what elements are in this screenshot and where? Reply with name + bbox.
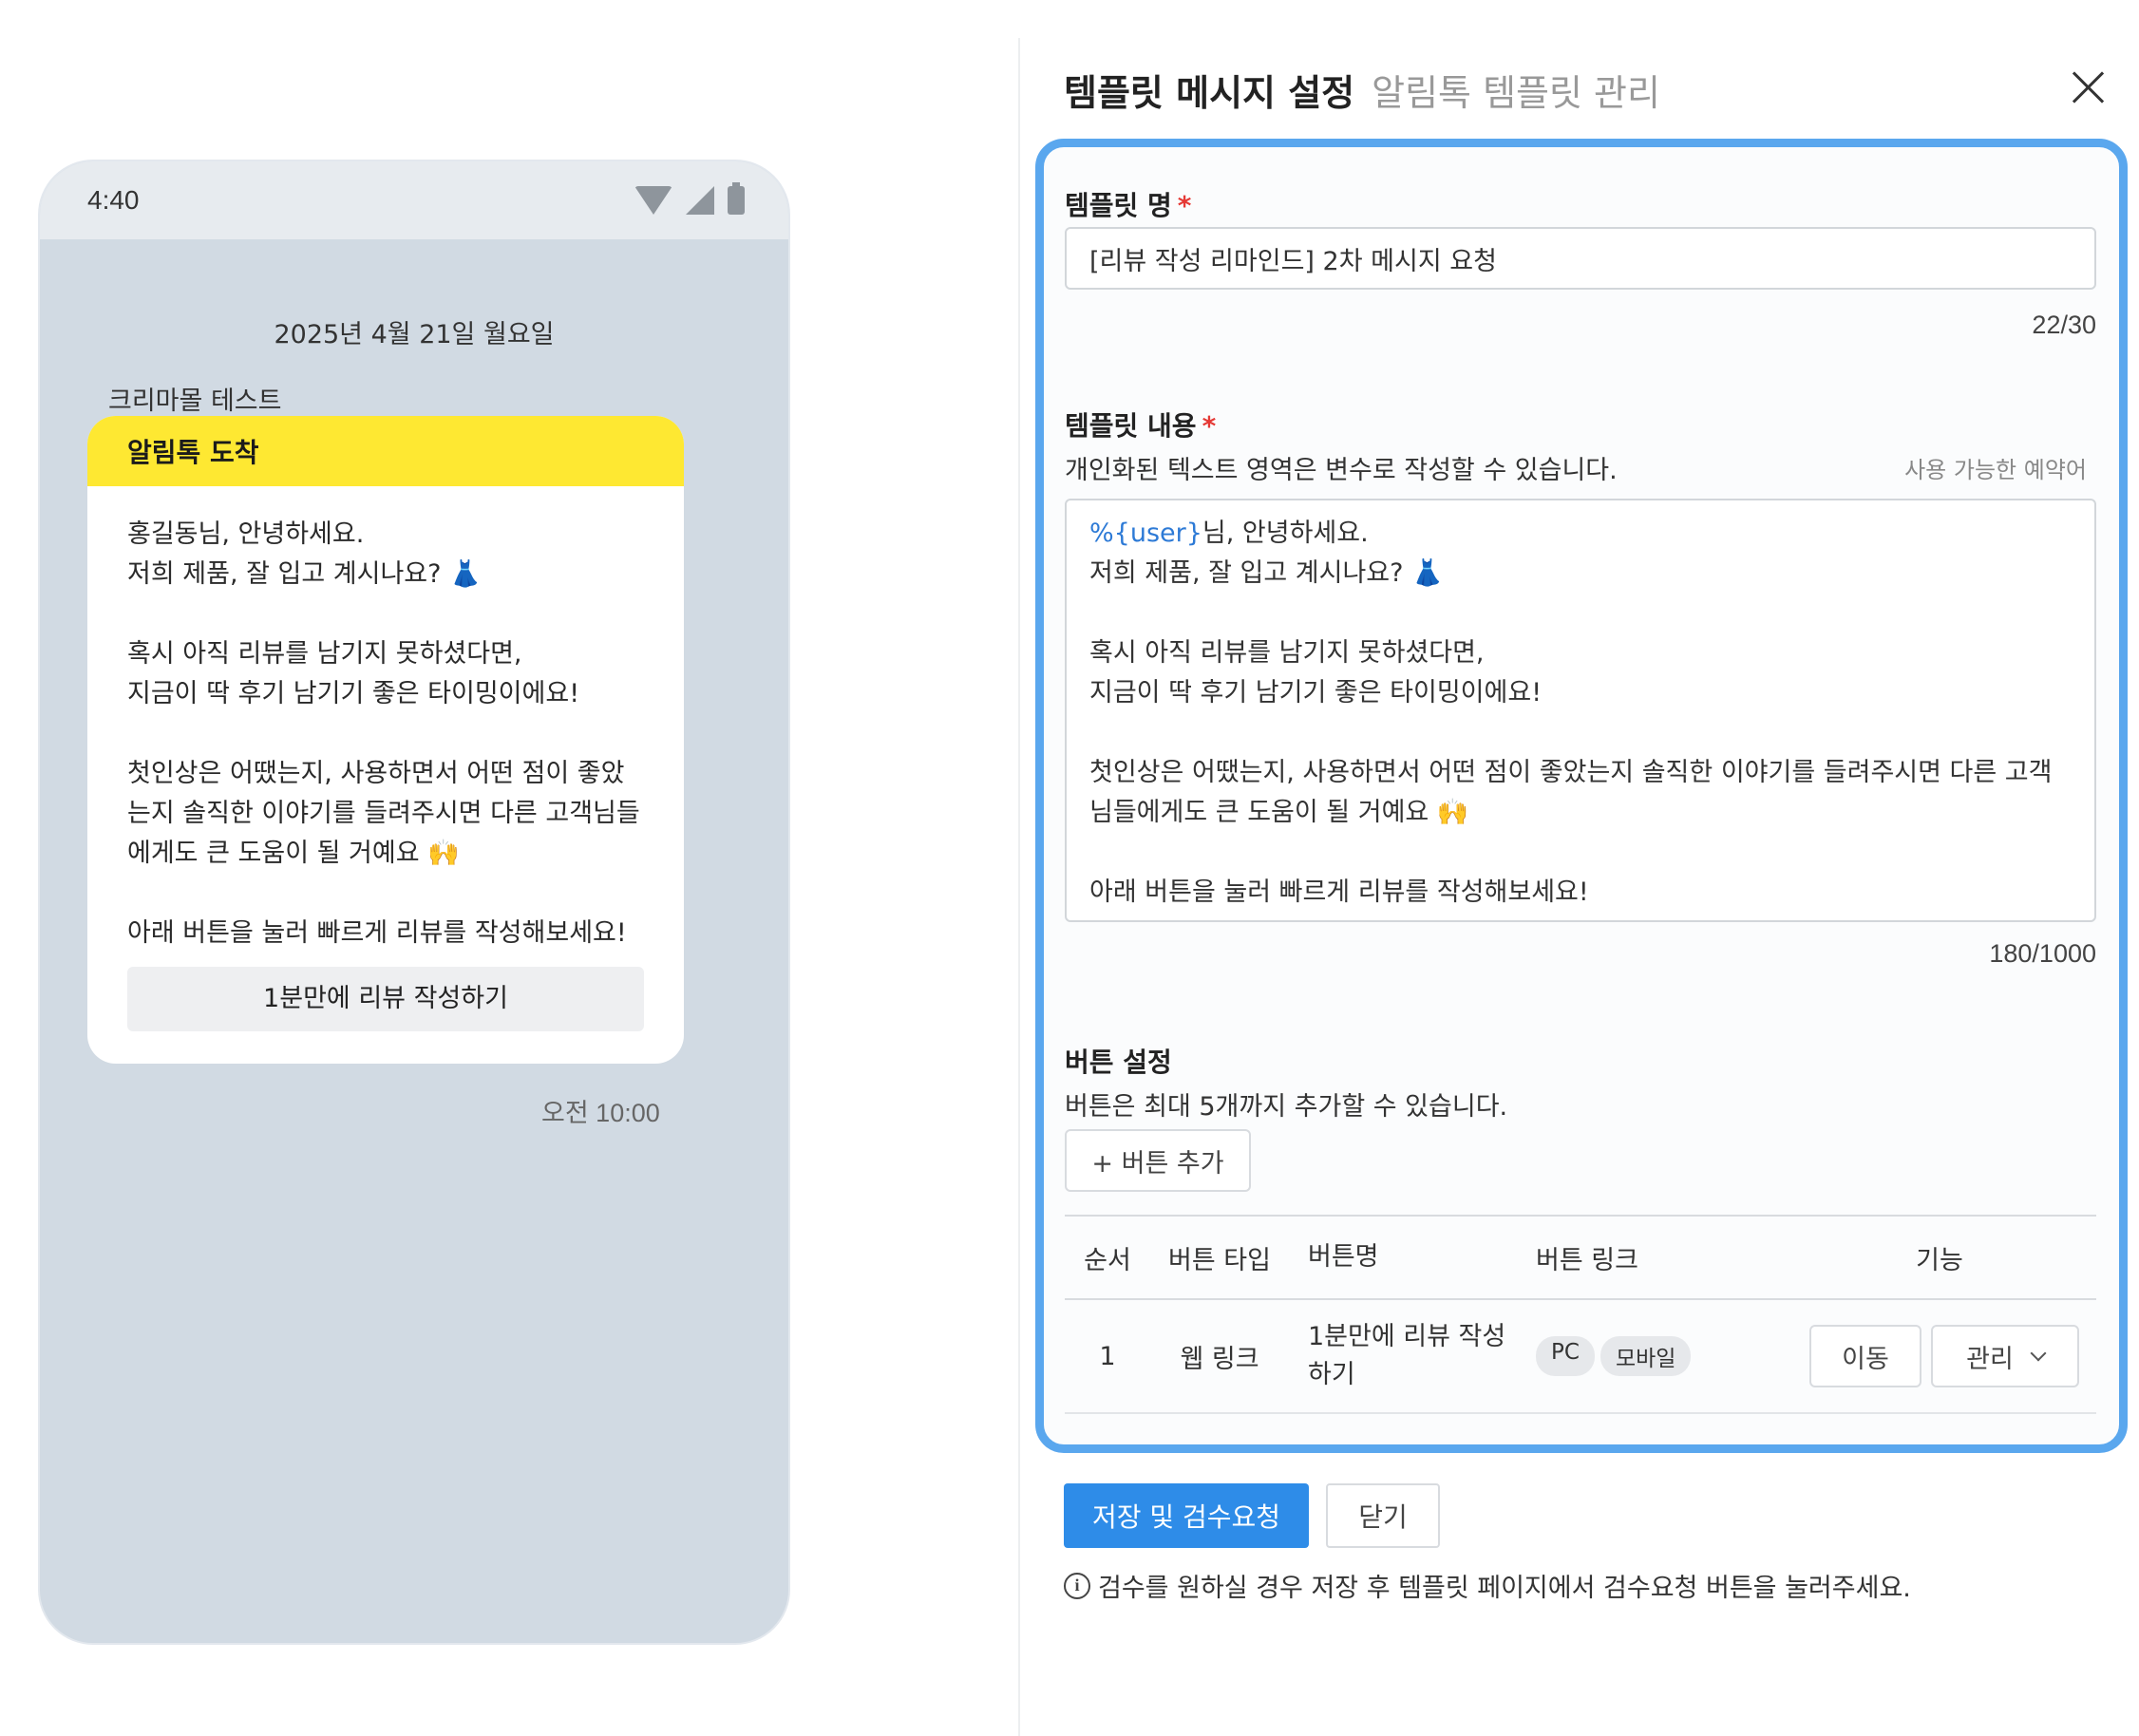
bubble-message: 홍길동님, 안녕하세요. 저희 제품, 잘 입고 계시나요? 👗 혹시 아직 리… [127,519,640,948]
panel-title: 템플릿 메시지 설정 [1064,71,1355,114]
header-actions: 기능 [1916,1245,1963,1275]
required-mark: * [1177,190,1192,221]
row-button-name: 1분만에 리뷰 작성하기 [1308,1322,1506,1389]
header-button-name: 버튼명 [1308,1242,1379,1272]
button-section-label: 버튼 설정 [1065,1047,1172,1078]
table-header: 순서 버튼 타입 버튼명 버튼 링크 기능 [1065,1215,2096,1300]
close-icon[interactable] [2067,66,2109,108]
template-content-label: 템플릿 내용 * [1065,406,1216,443]
bubble-review-button[interactable]: 1분만에 리뷰 작성하기 [127,967,644,1031]
row-actions: 이동 관리 [1783,1325,2096,1387]
status-icons [634,182,745,215]
link-chip-pc: PC [1536,1336,1595,1376]
template-name-counter: 22/30 [2032,311,2096,339]
template-content-textarea[interactable]: %{user}님, 안녕하세요. 저희 제품, 잘 입고 계시나요? 👗 혹시 … [1065,499,2096,922]
button-table: 순서 버튼 타입 버튼명 버튼 링크 기능 1 웹 링크 1분만에 리뷰 작성하… [1065,1215,2096,1414]
battery-icon [728,182,745,215]
template-form: 템플릿 명* 22/30 템플릿 내용* 개인화된 텍스트 영역은 변수로 작성… [1035,139,2128,1453]
header-order: 순서 [1084,1245,1131,1275]
chat-sender: 크리마몰 테스트 [108,387,282,416]
row-order: 1 [1099,1341,1116,1371]
move-button[interactable]: 이동 [1809,1325,1921,1387]
template-content-text: %{user}님, 안녕하세요. 저희 제품, 잘 입고 계시나요? 👗 혹시 … [1089,514,2072,913]
message-bubble: 알림톡 도착 홍길동님, 안녕하세요. 저희 제품, 잘 입고 계시나요? 👗 … [87,416,684,1064]
bubble-title: 알림톡 도착 [87,416,684,486]
user-variable: %{user} [1089,519,1202,548]
template-name-label-text: 템플릿 명 [1065,190,1172,221]
template-name-label: 템플릿 명 * [1065,185,1191,223]
header-button-type: 버튼 타입 [1168,1245,1271,1275]
template-content-body: 님, 안녕하세요. 저희 제품, 잘 입고 계시나요? 👗 혹시 아직 리뷰를 … [1089,519,2053,907]
table-row: 1 웹 링크 1분만에 리뷰 작성하기 PC 모바일 이동 관리 [1065,1300,2096,1414]
status-time: 4:40 [87,185,140,215]
reserved-words-link[interactable]: 사용 가능한 예약어 [1904,451,2087,484]
review-notice-text: 검수를 원하실 경우 저장 후 템플릿 페이지에서 검수요청 버튼을 눌러주세요… [1098,1574,1911,1603]
template-content-label-text: 템플릿 내용 [1065,410,1197,442]
panel-subtitle: 알림톡 템플릿 관리 [1372,71,1660,114]
required-mark: * [1202,410,1217,442]
button-hint: 버튼은 최대 5개까지 추가할 수 있습니다. [1065,1092,1508,1122]
chat-sent-time: 오전 10:00 [541,1099,660,1127]
wifi-icon [634,186,672,215]
row-button-links: PC 모바일 [1526,1336,1783,1376]
close-button[interactable]: 닫기 [1326,1483,1440,1548]
add-button-button[interactable]: + 버튼 추가 [1065,1129,1251,1192]
content-hint: 개인화된 텍스트 영역은 변수로 작성할 수 있습니다. [1065,456,1618,485]
signal-icon [686,186,714,215]
panel-header: 템플릿 메시지 설정 알림톡 템플릿 관리 [1064,61,2128,118]
header-button-link: 버튼 링크 [1536,1245,1638,1275]
chat-date: 2025년 4월 21일 월요일 [274,320,555,349]
status-bar: 4:40 [40,161,788,239]
phone-preview: 4:40 2025년 4월 21일 월요일 크리마몰 테스트 알림톡 도착 홍길… [38,160,790,1645]
chevron-down-icon [2030,1345,2047,1362]
panel-divider [1018,38,1020,1736]
template-name-input[interactable] [1065,227,2096,290]
row-button-type: 웹 링크 [1180,1344,1259,1374]
info-icon: i [1064,1572,1090,1599]
bubble-body: 홍길동님, 안녕하세요. 저희 제품, 잘 입고 계시나요? 👗 혹시 아직 리… [87,486,684,1064]
save-and-review-button[interactable]: 저장 및 검수요청 [1064,1483,1309,1548]
link-chip-mobile: 모바일 [1600,1336,1692,1376]
manage-dropdown[interactable]: 관리 [1931,1325,2079,1387]
manage-label: 관리 [1966,1344,2014,1374]
review-notice: i 검수를 원하실 경우 저장 후 템플릿 페이지에서 검수요청 버튼을 눌러주… [1064,1567,1911,1604]
template-content-counter: 180/1000 [1989,939,2096,968]
